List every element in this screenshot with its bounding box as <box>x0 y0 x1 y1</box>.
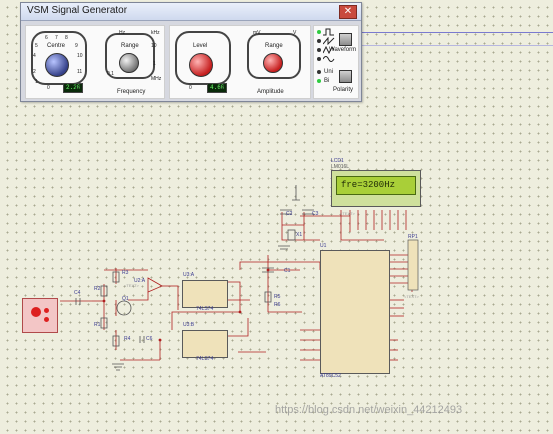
freq-unit-mhz: MHz <box>151 76 162 82</box>
waveform-label: Waveform <box>329 47 357 53</box>
flipflop-u3b[interactable] <box>182 330 228 358</box>
resistor-r2: R2 <box>94 286 101 292</box>
dial-number: 0 <box>47 85 50 91</box>
text-placeholder: <TEXT> <box>124 283 139 288</box>
bi-label: Bi <box>324 78 330 84</box>
capacitor-c4: C4 <box>74 290 81 296</box>
dial-number: 1 <box>35 79 38 85</box>
frequency-section-label: Frequency <box>117 89 146 95</box>
uni-indicator <box>317 70 321 74</box>
window-titlebar[interactable]: VSM Signal Generator ✕ <box>21 3 361 21</box>
source-dot <box>44 317 49 322</box>
u1-ref: U1 <box>320 243 327 249</box>
amp-unit-v: V <box>293 30 297 36</box>
u3a-part: 74LS74 <box>196 306 214 312</box>
amplitude-section-label: Amplitude <box>257 89 284 95</box>
bi-indicator <box>317 79 321 83</box>
window-title: VSM Signal Generator <box>27 5 128 16</box>
waveform-button[interactable] <box>339 33 352 46</box>
dial-number: 12 <box>219 85 225 91</box>
q1-ref: Q1 <box>122 296 129 302</box>
dial-number: 5 <box>35 43 38 49</box>
text-placeholder: <TEXT> <box>404 294 419 299</box>
source-dot <box>31 307 41 317</box>
dial-number: 12 <box>75 85 81 91</box>
centre-knob[interactable] <box>45 53 69 77</box>
sine-wave-icon <box>323 56 335 62</box>
lcd-module[interactable]: fre=3200Hz <box>331 170 421 207</box>
text-placeholder: <TEXT> <box>340 211 355 216</box>
amp-unit-mv: mV <box>253 30 261 36</box>
level-knob[interactable] <box>189 53 213 77</box>
generator-terminal[interactable] <box>22 298 58 333</box>
centre-label: Centre <box>47 43 66 49</box>
dial-number: 6 <box>45 35 48 41</box>
freq-scale-01: 0.1 <box>107 71 114 77</box>
capacitor-c6: C6 <box>146 336 153 342</box>
freq-range-label: Range <box>121 43 139 49</box>
resistor-r3: R3 <box>122 270 129 276</box>
polarity-label: Polarity <box>333 87 354 93</box>
close-icon[interactable]: ✕ <box>339 5 357 19</box>
dial-number: 0 <box>189 85 192 91</box>
dial-number: 8 <box>65 35 68 41</box>
source-dot <box>44 308 49 313</box>
freq-scale-10: 10 <box>151 43 157 49</box>
freq-range-knob[interactable] <box>119 53 139 73</box>
uni-label: Uni <box>324 69 334 75</box>
capacitor-c1: C1 <box>284 268 291 274</box>
rp1-ref: RP1 <box>408 234 418 240</box>
dial-number: 11 <box>77 69 83 75</box>
amp-range-label: Range <box>265 43 283 49</box>
u1-part: AT89C52 <box>320 373 341 379</box>
u3a-ref: U3:A <box>183 272 195 278</box>
watermark-text: https://blog.csdn.net/weixin_44212493 <box>275 404 463 416</box>
freq-unit-khz: kHz <box>151 30 160 36</box>
amp-range-knob[interactable] <box>263 53 283 73</box>
capacitor-c3: C3 <box>312 211 319 217</box>
polarity-button[interactable] <box>339 70 352 83</box>
u3b-ref: U3:B <box>183 322 195 328</box>
mcu-u1[interactable] <box>320 250 390 374</box>
u3b-part: 74LS74 <box>196 356 214 362</box>
resistor-r5: R5 <box>274 294 281 300</box>
waveform-indicator <box>317 48 321 52</box>
dial-number: 9 <box>75 43 78 49</box>
crystal-ref: X1 <box>296 232 303 238</box>
square-wave-icon <box>323 28 334 36</box>
lcd-screen: fre=3200Hz <box>336 176 416 195</box>
waveform-indicator <box>317 30 321 34</box>
resistor-r4: R4 <box>124 336 131 342</box>
sawtooth-wave-icon <box>323 37 335 45</box>
resistor-r1: R1 <box>94 322 101 328</box>
waveform-indicator <box>317 57 321 61</box>
flipflop-u3a[interactable] <box>182 280 228 308</box>
dial-number: 10 <box>77 53 83 59</box>
dial-number: 4 <box>33 53 36 59</box>
freq-unit-hz: Hz <box>119 30 126 36</box>
freq-scale-1: 1 <box>153 61 156 67</box>
waveform-indicator <box>317 39 321 43</box>
dial-number: 7 <box>55 35 58 41</box>
lcd-part: LM016L <box>331 164 350 170</box>
resistor-r6: R6 <box>274 302 281 308</box>
lcd-text: fre=3200Hz <box>341 180 396 190</box>
level-label: Level <box>193 43 208 49</box>
dial-number: 2 <box>33 69 36 75</box>
capacitor-c2: C2 <box>286 211 293 217</box>
signal-generator-window[interactable]: VSM Signal Generator ✕ Centre 2.20 0 1 2… <box>20 2 362 102</box>
